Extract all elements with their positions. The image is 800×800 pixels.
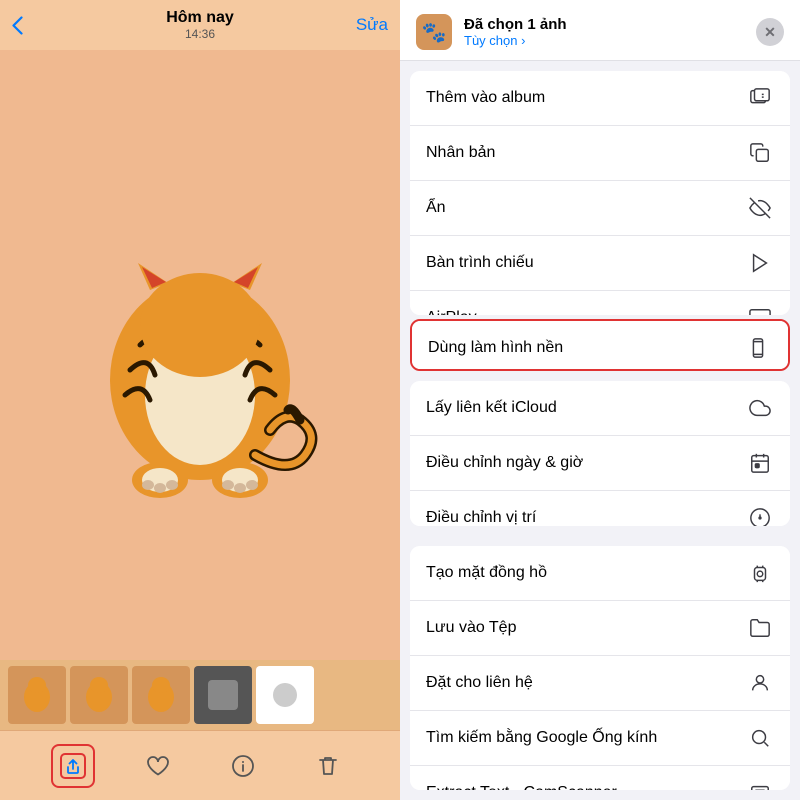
thumbnail-3[interactable] — [132, 666, 190, 724]
menu-section-1: Thêm vào album Nhân bản Ẩn — [410, 71, 790, 315]
duplicate-icon — [746, 139, 774, 167]
location-icon — [746, 504, 774, 527]
left-panel: Hôm nay 14:36 Sửa — [0, 0, 400, 800]
thumbnail-4[interactable] — [194, 666, 252, 724]
airplay-icon — [746, 304, 774, 315]
menu-item-slideshow[interactable]: Bàn trình chiếu — [410, 236, 790, 291]
menu-item-hide[interactable]: Ẩn — [410, 181, 790, 236]
files-icon — [746, 614, 774, 642]
menu-item-add-album[interactable]: Thêm vào album — [410, 71, 790, 126]
thumbnail-2[interactable] — [70, 666, 128, 724]
menu-section-3: Tạo mặt đồng hồ Lưu vào Tệp Đặt cho liên… — [410, 546, 790, 790]
menu-item-location[interactable]: Điều chỉnh vị trí — [410, 491, 790, 527]
menu-item-date[interactable]: Điều chỉnh ngày & giờ — [410, 436, 790, 491]
sheet-header-icon: 🐾 — [416, 14, 452, 50]
favorite-button[interactable] — [136, 744, 180, 788]
album-icon — [746, 84, 774, 112]
bottom-toolbar — [0, 730, 400, 800]
icloud-icon — [746, 394, 774, 422]
right-panel: 🐾 Đã chọn 1 ảnh Tùy chọn › ✕ Thêm vào al… — [400, 0, 800, 800]
time-label: 14:36 — [166, 27, 234, 41]
sheet-header: 🐾 Đã chọn 1 ảnh Tùy chọn › ✕ — [400, 0, 800, 61]
info-button[interactable] — [221, 744, 265, 788]
thumbnail-strip — [0, 660, 400, 730]
sheet-subtitle[interactable]: Tùy chọn › — [464, 33, 744, 48]
top-bar: Hôm nay 14:36 Sửa — [0, 0, 400, 50]
camscanner-icon — [746, 779, 774, 790]
menu-item-icloud[interactable]: Lấy liên kết iCloud — [410, 381, 790, 436]
menu-item-files[interactable]: Lưu vào Tệp — [410, 601, 790, 656]
contact-icon — [746, 669, 774, 697]
watch-icon — [746, 559, 774, 587]
delete-button[interactable] — [306, 744, 350, 788]
tiger-illustration — [60, 185, 340, 525]
thumbnail-1[interactable] — [8, 666, 66, 724]
date-label: Hôm nay — [166, 9, 234, 27]
sheet-title: Đã chọn 1 ảnh — [464, 16, 744, 33]
main-photo — [0, 50, 400, 660]
close-button[interactable]: ✕ — [756, 18, 784, 46]
edit-button[interactable]: Sửa — [356, 15, 388, 35]
sheet-header-text: Đã chọn 1 ảnh Tùy chọn › — [464, 16, 744, 48]
thumbnail-5[interactable] — [256, 666, 314, 724]
menu-item-duplicate[interactable]: Nhân bản — [410, 126, 790, 181]
share-button[interactable] — [51, 744, 95, 788]
title-block: Hôm nay 14:36 — [166, 9, 234, 41]
menu-item-contact[interactable]: Đặt cho liên hệ — [410, 656, 790, 711]
menu-item-wallpaper[interactable]: Dùng làm hình nền — [412, 321, 788, 371]
back-button[interactable] — [12, 16, 23, 35]
menu-section-2: Lấy liên kết iCloud Điều chỉnh ngày & gi… — [410, 381, 790, 527]
menu-item-airplay[interactable]: AirPlay — [410, 291, 790, 315]
hide-icon — [746, 194, 774, 222]
menu-item-camscanner[interactable]: Extract Text - CamScanner — [410, 766, 790, 790]
menu-item-watch[interactable]: Tạo mặt đồng hồ — [410, 546, 790, 601]
menu-item-google-lens[interactable]: Tìm kiếm bằng Google Ống kính — [410, 711, 790, 766]
calendar-icon — [746, 449, 774, 477]
search-icon — [746, 724, 774, 752]
wallpaper-icon — [744, 334, 772, 362]
slideshow-icon — [746, 249, 774, 277]
menu-section-highlighted: Dùng làm hình nền — [410, 319, 790, 371]
